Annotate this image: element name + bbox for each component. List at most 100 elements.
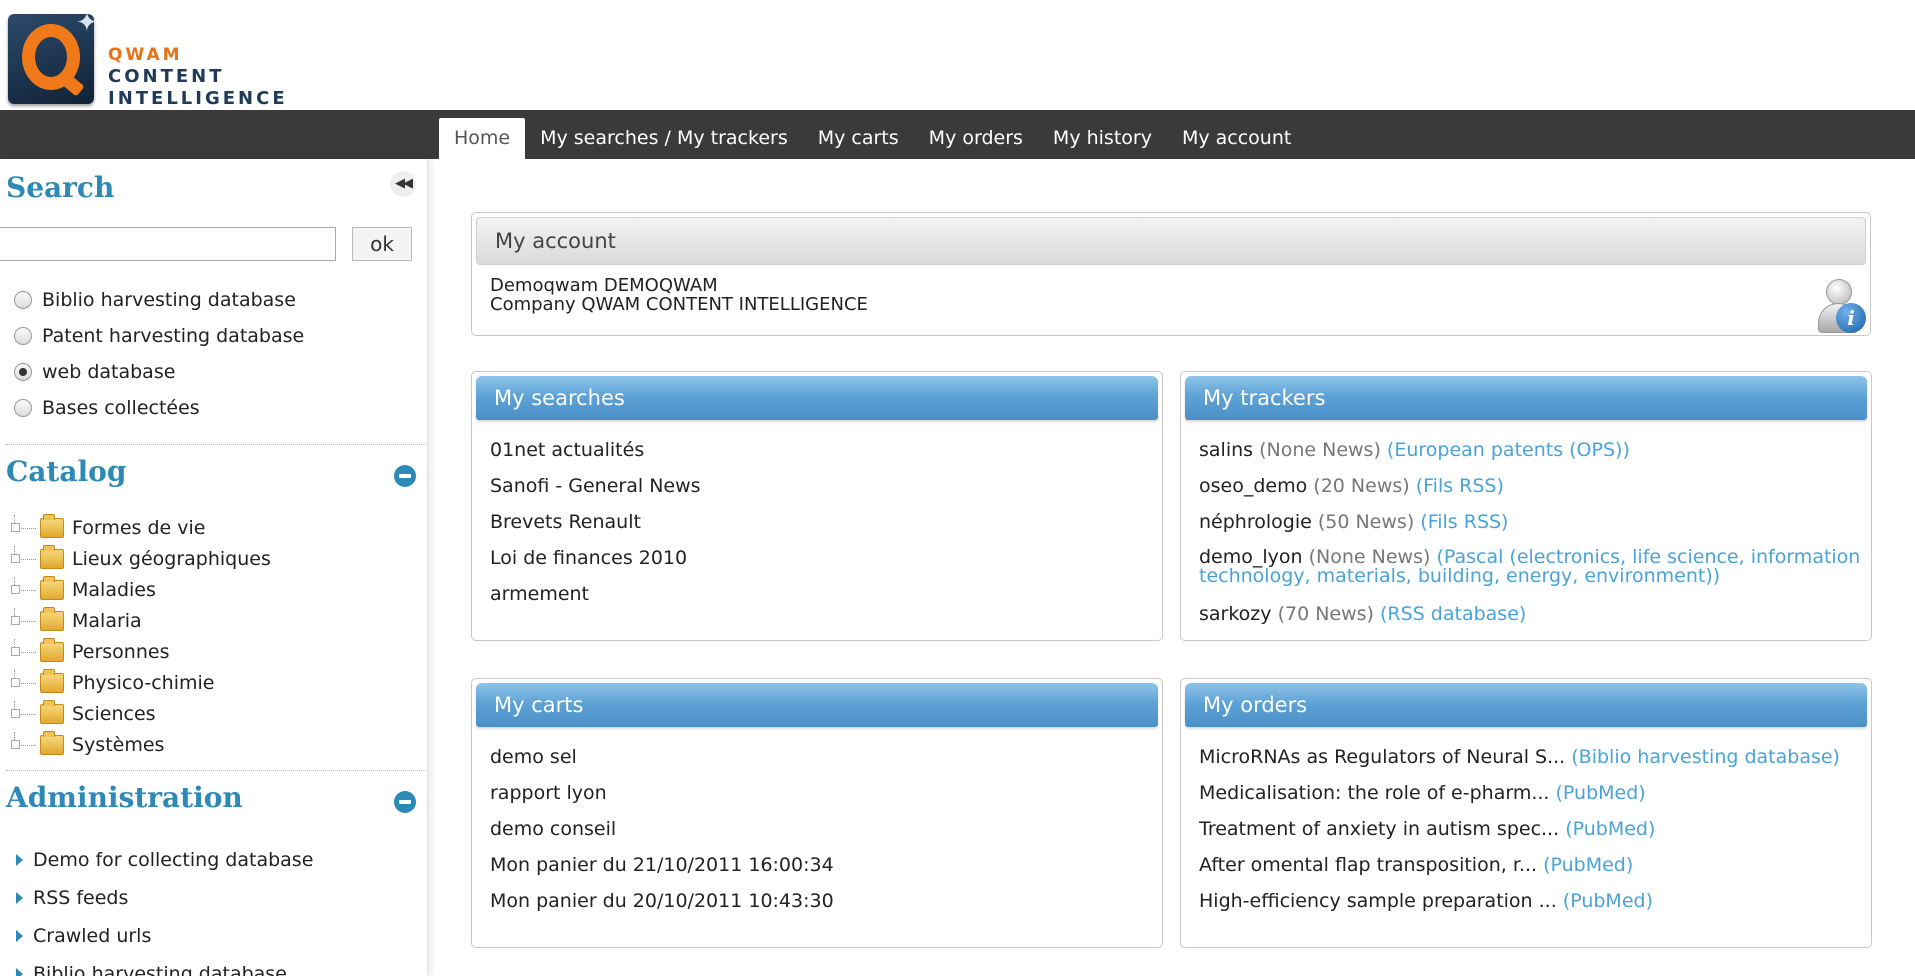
tracker-name[interactable]: oseo_demo — [1199, 475, 1307, 497]
admin-link[interactable]: Biblio harvesting database — [16, 959, 287, 976]
searches-list: 01net actualités Sanofi - General News B… — [490, 432, 1156, 612]
order-item[interactable]: Treatment of anxiety in autism spec... (… — [1199, 811, 1865, 847]
collapse-minus-icon[interactable] — [394, 465, 416, 487]
radio-button[interactable] — [14, 291, 32, 309]
radio-button[interactable] — [14, 327, 32, 345]
order-item[interactable]: MicroRNAs as Regulators of Neural S... (… — [1199, 739, 1865, 775]
radio-web-database[interactable]: web database — [14, 357, 175, 387]
my-carts-panel: My carts demo sel rapport lyon demo cons… — [471, 678, 1163, 948]
search-item[interactable]: Sanofi - General News — [490, 468, 1156, 504]
nav-tab-my-searches-trackers[interactable]: My searches / My trackers — [525, 118, 803, 159]
nav-tab-my-carts[interactable]: My carts — [803, 118, 914, 159]
order-title[interactable]: Medicalisation: the role of e-pharm... — [1199, 782, 1549, 804]
my-orders-panel-title: My orders — [1185, 683, 1867, 727]
catalog-item-label: Personnes — [72, 641, 170, 663]
tracker-source: (RSS database) — [1380, 603, 1527, 625]
cart-item[interactable]: demo conseil — [490, 811, 1156, 847]
tracker-name[interactable]: sarkozy — [1199, 603, 1272, 625]
tree-expander-icon[interactable] — [11, 515, 36, 532]
sparkle-icon: ✦ — [76, 8, 98, 38]
search-item[interactable]: 01net actualités — [490, 432, 1156, 468]
catalog-tree-item[interactable]: Lieux géographiques — [11, 544, 271, 574]
radio-patent-harvesting[interactable]: Patent harvesting database — [14, 321, 304, 351]
search-input[interactable] — [0, 227, 336, 261]
nav-tab-my-account[interactable]: My account — [1167, 118, 1306, 159]
order-title[interactable]: High-efficiency sample preparation ... — [1199, 890, 1557, 912]
search-section-title: Search — [6, 171, 115, 204]
tree-expander-icon[interactable] — [11, 639, 36, 656]
divider — [6, 770, 426, 771]
admin-link[interactable]: Crawled urls — [16, 921, 151, 951]
tree-expander-icon[interactable] — [11, 732, 36, 749]
catalog-item-label: Lieux géographiques — [72, 548, 271, 570]
order-title[interactable]: MicroRNAs as Regulators of Neural S... — [1199, 746, 1565, 768]
collapse-minus-icon[interactable] — [394, 791, 416, 813]
search-item[interactable]: Brevets Renault — [490, 504, 1156, 540]
order-title[interactable]: Treatment of anxiety in autism spec... — [1199, 818, 1559, 840]
radio-button-checked[interactable] — [14, 363, 32, 381]
brand-wordmark: QWAM CONTENT INTELLIGENCE — [108, 44, 288, 110]
admin-link-label: RSS feeds — [33, 887, 129, 909]
catalog-tree-item[interactable]: Formes de vie — [11, 513, 206, 543]
user-info-icon[interactable]: i — [1814, 277, 1866, 333]
tree-expander-icon[interactable] — [11, 670, 36, 687]
catalog-tree-item[interactable]: Physico-chimie — [11, 668, 214, 698]
radio-bases-collectees[interactable]: Bases collectées — [14, 393, 200, 423]
order-title[interactable]: After omental flap transposition, r... — [1199, 854, 1537, 876]
radio-biblio-harvesting[interactable]: Biblio harvesting database — [14, 285, 296, 315]
tracker-item[interactable]: salins (None News) (European patents (OP… — [1199, 432, 1865, 468]
my-account-panel-title: My account — [476, 217, 1866, 265]
catalog-tree-item[interactable]: Sciences — [11, 699, 156, 729]
qwam-logo[interactable]: ✦ — [8, 8, 98, 104]
search-item[interactable]: armement — [490, 576, 1156, 612]
tracker-item[interactable]: demo_lyon (None News) (Pascal (electroni… — [1199, 540, 1865, 596]
info-icon: i — [1836, 303, 1866, 333]
left-sidebar: Search ◀◀ ok Biblio harvesting database … — [0, 159, 428, 976]
catalog-tree-item[interactable]: Personnes — [11, 637, 170, 667]
trackers-list: salins (None News) (European patents (OP… — [1199, 432, 1865, 632]
search-ok-button[interactable]: ok — [352, 227, 412, 261]
triangle-right-icon — [16, 930, 23, 942]
admin-link[interactable]: Demo for collecting database — [16, 845, 313, 875]
tree-expander-icon[interactable] — [11, 577, 36, 594]
tracker-count: (50 News) — [1317, 511, 1415, 533]
order-source: (PubMed) — [1562, 890, 1653, 912]
tracker-name[interactable]: néphrologie — [1199, 511, 1312, 533]
order-item[interactable]: After omental flap transposition, r... (… — [1199, 847, 1865, 883]
cart-item[interactable]: demo sel — [490, 739, 1156, 775]
nav-tab-my-history[interactable]: My history — [1038, 118, 1167, 159]
catalog-tree-item[interactable]: Maladies — [11, 575, 156, 605]
admin-link[interactable]: RSS feeds — [16, 883, 128, 913]
order-item[interactable]: High-efficiency sample preparation ... (… — [1199, 883, 1865, 919]
tracker-item[interactable]: néphrologie (50 News) (Fils RSS) — [1199, 504, 1865, 540]
order-source: (PubMed) — [1543, 854, 1634, 876]
tracker-item[interactable]: sarkozy (70 News) (RSS database) — [1199, 596, 1865, 632]
app-header: ✦ QWAM CONTENT INTELLIGENCE — [0, 0, 1915, 110]
catalog-tree-item[interactable]: Malaria — [11, 606, 142, 636]
catalog-tree-item[interactable]: Systèmes — [11, 730, 164, 760]
cart-item[interactable]: rapport lyon — [490, 775, 1156, 811]
cart-item[interactable]: Mon panier du 20/10/2011 10:43:30 — [490, 883, 1156, 919]
tree-expander-icon[interactable] — [11, 701, 36, 718]
nav-tab-my-orders[interactable]: My orders — [914, 118, 1038, 159]
radio-label: Bases collectées — [42, 397, 200, 419]
tracker-source: (Fils RSS) — [1415, 475, 1504, 497]
folder-icon — [40, 700, 64, 724]
admin-link-label: Demo for collecting database — [33, 849, 314, 871]
tree-expander-icon[interactable] — [11, 608, 36, 625]
user-head-icon — [1826, 279, 1852, 305]
tree-expander-icon[interactable] — [11, 546, 36, 563]
tracker-count: (None News) — [1259, 439, 1381, 461]
cart-item[interactable]: Mon panier du 21/10/2011 16:00:34 — [490, 847, 1156, 883]
search-item[interactable]: Loi de finances 2010 — [490, 540, 1156, 576]
order-item[interactable]: Medicalisation: the role of e-pharm... (… — [1199, 775, 1865, 811]
nav-tab-home[interactable]: Home — [439, 118, 526, 159]
my-orders-panel: My orders MicroRNAs as Regulators of Neu… — [1180, 678, 1872, 948]
radio-button[interactable] — [14, 399, 32, 417]
folder-icon — [40, 545, 64, 569]
tracker-name[interactable]: salins — [1199, 439, 1253, 461]
double-chevron-left-icon[interactable]: ◀◀ — [390, 171, 416, 197]
orders-list: MicroRNAs as Regulators of Neural S... (… — [1199, 739, 1865, 919]
catalog-item-label: Formes de vie — [72, 517, 206, 539]
tracker-item[interactable]: oseo_demo (20 News) (Fils RSS) — [1199, 468, 1865, 504]
